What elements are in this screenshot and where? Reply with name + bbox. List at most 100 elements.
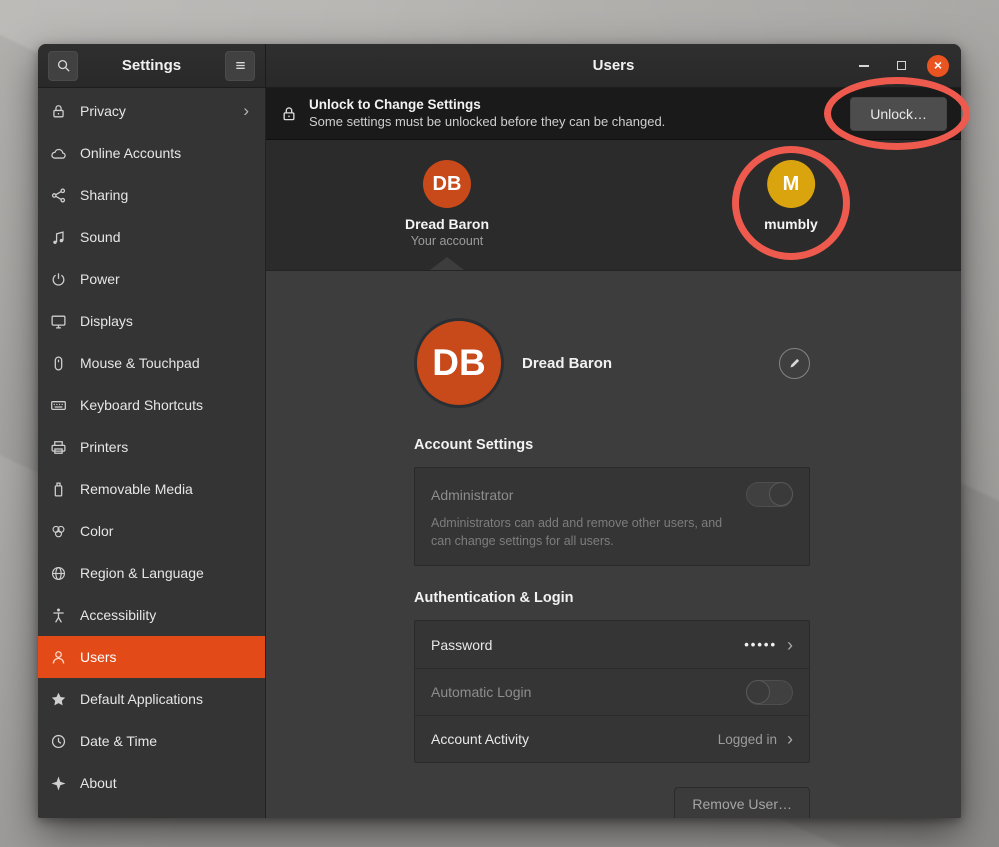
sidebar-item-date-time[interactable]: Date & Time (38, 720, 265, 762)
avatar: DB (414, 318, 504, 408)
sidebar-item-label: Displays (80, 313, 253, 329)
account-settings-heading: Account Settings (414, 437, 810, 453)
automatic-login-label: Automatic Login (431, 684, 746, 700)
edit-name-button[interactable] (779, 348, 810, 379)
sidebar-item-label: Online Accounts (80, 145, 253, 161)
sidebar-item-color[interactable]: Color (38, 510, 265, 552)
share-icon (50, 187, 67, 204)
sidebar-item-mouse-touchpad[interactable]: Mouse & Touchpad (38, 342, 265, 384)
display-icon (50, 313, 67, 330)
titlebar: Settings Users × (38, 44, 961, 88)
user-name: Dread Baron (405, 216, 489, 232)
window-controls: × (853, 44, 949, 87)
sidebar-headerbar: Settings (38, 44, 266, 88)
toggle-knob (769, 482, 793, 506)
lock-icon (280, 105, 298, 123)
password-value: ••••• (744, 637, 777, 652)
chevron-right-icon: › (787, 636, 793, 654)
color-icon (50, 523, 67, 540)
close-button[interactable]: × (927, 55, 949, 77)
user-name: mumbly (764, 216, 818, 232)
sidebar-item-label: Region & Language (80, 565, 253, 581)
account-settings-card: Administrator Administrators can add and… (414, 467, 810, 566)
sidebar-item-removable-media[interactable]: Removable Media (38, 468, 265, 510)
maximize-button[interactable] (890, 55, 912, 77)
toggle-knob (746, 680, 770, 704)
sidebar-item-power[interactable]: Power (38, 258, 265, 300)
sidebar-item-accessibility[interactable]: Accessibility (38, 594, 265, 636)
unlock-banner-subtitle: Some settings must be unlocked before th… (309, 114, 839, 130)
star-icon (50, 691, 67, 708)
sidebar-item-sharing[interactable]: Sharing (38, 174, 265, 216)
unlock-banner-title: Unlock to Change Settings (309, 97, 839, 114)
unlock-button[interactable]: Unlock… (850, 97, 947, 131)
sidebar-item-label: About (80, 775, 253, 791)
settings-window: Settings Users × Privacy › Online Accounts… (38, 44, 961, 818)
sound-icon (50, 229, 67, 246)
menu-icon (233, 58, 248, 73)
sidebar-item-displays[interactable]: Displays (38, 300, 265, 342)
sidebar-item-privacy[interactable]: Privacy › (38, 90, 265, 132)
minimize-icon (859, 65, 869, 67)
close-icon: × (934, 58, 942, 72)
user-card-dread-baron[interactable]: DB Dread Baron Your account (405, 160, 489, 248)
mouse-icon (50, 355, 67, 372)
profile-row: DB Dread Baron (414, 317, 810, 409)
sidebar-item-label: Date & Time (80, 733, 253, 749)
sidebar-item-label: Keyboard Shortcuts (80, 397, 253, 413)
sidebar-item-online-accounts[interactable]: Online Accounts (38, 132, 265, 174)
user-card-mumbly[interactable]: Mmumbly (764, 160, 818, 232)
unlock-banner: Unlock to Change Settings Some settings … (266, 88, 961, 140)
sidebar-item-label: Sound (80, 229, 253, 245)
administrator-description: Administrators can add and remove other … (431, 514, 741, 550)
account-activity-value: Logged in (718, 732, 777, 747)
sidebar-item-default-applications[interactable]: Default Applications (38, 678, 265, 720)
remove-user-button[interactable]: Remove User… (674, 787, 810, 818)
sidebar-item-label: Mouse & Touchpad (80, 355, 253, 371)
avatar: DB (423, 160, 471, 208)
sidebar-item-label: Color (80, 523, 253, 539)
auth-login-card: Password ••••• › Automatic Login Account… (414, 620, 810, 763)
users-panel: Unlock to Change Settings Some settings … (266, 88, 961, 818)
lock-icon (50, 103, 67, 120)
clock-icon (50, 733, 67, 750)
sidebar-item-about[interactable]: About (38, 762, 265, 804)
automatic-login-row: Automatic Login (415, 668, 809, 715)
search-button[interactable] (48, 51, 78, 81)
account-activity-label: Account Activity (431, 731, 718, 747)
auth-login-heading: Authentication & Login (414, 590, 810, 606)
sidebar-item-region-language[interactable]: Region & Language (38, 552, 265, 594)
sidebar-item-label: Power (80, 271, 253, 287)
account-activity-row[interactable]: Account Activity Logged in › (415, 715, 809, 762)
cloud-icon (50, 145, 67, 162)
removable-media-icon (50, 481, 67, 498)
minimize-button[interactable] (853, 55, 875, 77)
sidebar-item-label: Default Applications (80, 691, 253, 707)
sidebar-item-users[interactable]: Users (38, 636, 265, 678)
automatic-login-toggle[interactable] (746, 680, 793, 705)
globe-icon (50, 565, 67, 582)
sidebar-item-printers[interactable]: Printers (38, 426, 265, 468)
sidebar-item-label: Privacy (80, 103, 230, 119)
user-subtitle: Your account (405, 234, 489, 248)
password-row[interactable]: Password ••••• › (415, 621, 809, 668)
sidebar-item-label: Sharing (80, 187, 253, 203)
sidebar-list: Privacy › Online Accounts Sharing Sound Power… (38, 90, 265, 804)
administrator-toggle[interactable] (746, 482, 793, 507)
menu-button[interactable] (225, 51, 255, 81)
chevron-right-icon: › (787, 730, 793, 748)
sidebar-item-keyboard-shortcuts[interactable]: Keyboard Shortcuts (38, 384, 265, 426)
about-icon (50, 775, 67, 792)
sidebar-item-sound[interactable]: Sound (38, 216, 265, 258)
main-headerbar: Users × (266, 44, 961, 88)
printer-icon (50, 439, 67, 456)
sidebar-title: Settings (122, 57, 181, 74)
pencil-icon (788, 356, 802, 370)
user-carousel: DB Dread Baron Your account Mmumbly (266, 140, 961, 271)
carousel-selection-pointer (430, 257, 464, 270)
chevron-right-icon: › (243, 101, 253, 121)
power-icon (50, 271, 67, 288)
accessibility-icon (50, 607, 67, 624)
keyboard-icon (50, 397, 67, 414)
sidebar-item-label: Users (80, 649, 253, 665)
